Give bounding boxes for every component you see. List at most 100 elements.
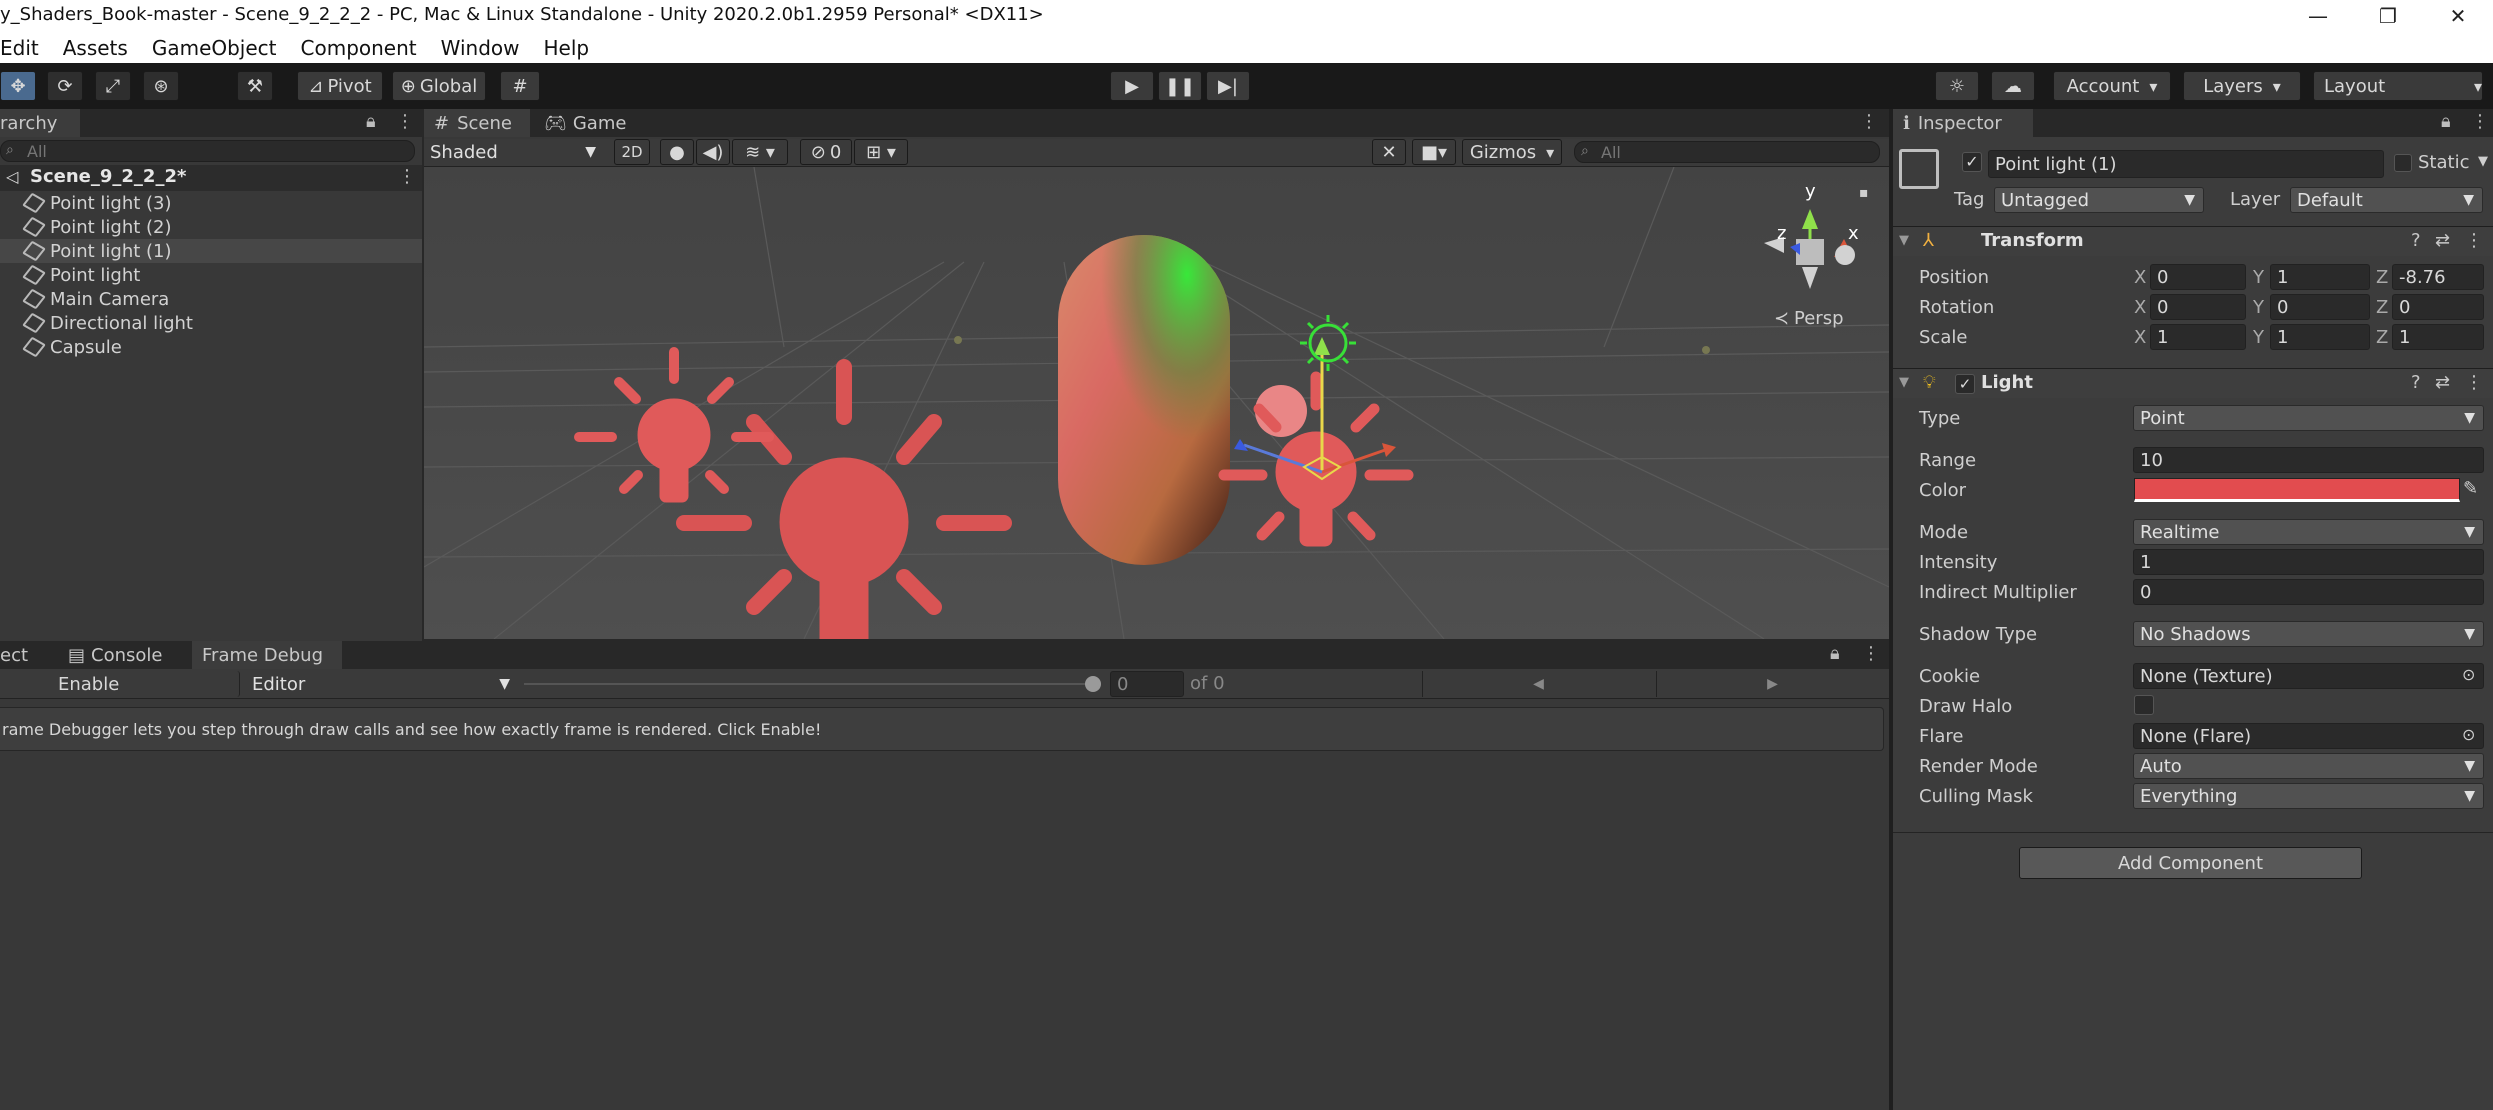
grid-toggle-icon[interactable]: ⊞ ▾: [854, 139, 908, 165]
color-swatch[interactable]: [2134, 478, 2460, 502]
object-picker-icon[interactable]: ⊙: [2462, 725, 2475, 744]
rect-tool-icon[interactable]: ⊛: [143, 71, 179, 101]
tab-game[interactable]: 🎮︎ Game: [534, 109, 634, 137]
scale-y-field[interactable]: 1: [2270, 324, 2370, 350]
services-icon[interactable]: ☼: [1935, 71, 1979, 101]
maximize-button[interactable]: ❐: [2353, 0, 2423, 32]
tools-icon[interactable]: ✕: [1372, 139, 1406, 165]
tab-project[interactable]: ect: [0, 641, 50, 669]
lock-icon[interactable]: 🔒︎: [366, 111, 376, 132]
layers-dropdown[interactable]: Layers: [2183, 71, 2301, 101]
panel-menu-icon[interactable]: ⋮: [396, 111, 414, 132]
target-dropdown[interactable]: Editor ▼: [246, 671, 518, 697]
camera-icon[interactable]: ■▾: [1412, 139, 1456, 165]
static-label[interactable]: Static: [2418, 152, 2469, 173]
indirect-multiplier-field[interactable]: 0: [2133, 579, 2484, 605]
eyedropper-icon[interactable]: ✎: [2463, 478, 2478, 499]
culling-mask-dropdown[interactable]: Everything ▼: [2133, 783, 2484, 809]
scene-menu-icon[interactable]: ⋮: [398, 166, 416, 187]
mode-dropdown[interactable]: Realtime ▼: [2133, 519, 2484, 545]
hidden-objects-toggle[interactable]: ⊘ 0: [800, 139, 852, 165]
pivot-toggle[interactable]: ⊿ Pivot: [297, 71, 383, 101]
layer-dropdown[interactable]: Default ▼: [2290, 187, 2483, 213]
tab-console[interactable]: ▤ Console: [58, 641, 178, 669]
preset-icon[interactable]: ⇄: [2435, 372, 2450, 393]
add-component-button[interactable]: Add Component: [2019, 847, 2362, 879]
tab-scene[interactable]: # Scene: [424, 109, 530, 137]
minimize-button[interactable]: —: [2283, 0, 2353, 32]
hierarchy-item[interactable]: Capsule: [22, 335, 122, 359]
frame-slider-track[interactable]: [524, 683, 1100, 685]
hierarchy-item[interactable]: Point light: [22, 263, 140, 287]
menu-gameobject[interactable]: GameObject: [152, 36, 277, 60]
tab-frame-debug[interactable]: Frame Debug: [192, 641, 342, 669]
play-button[interactable]: ▶: [1110, 71, 1154, 101]
component-menu-icon[interactable]: ⋮: [2465, 372, 2483, 393]
light-type-dropdown[interactable]: Point ▼: [2133, 405, 2484, 431]
chevron-down-icon[interactable]: ▼: [2478, 154, 2488, 169]
foldout-arrow-icon[interactable]: ▼: [1899, 375, 1909, 390]
close-button[interactable]: ✕: [2423, 0, 2493, 32]
orientation-gizmo-icon[interactable]: y x z: [1764, 181, 1859, 289]
scale-x-field[interactable]: 1: [2150, 324, 2246, 350]
effects-toggle-icon[interactable]: ≋ ▾: [732, 139, 788, 165]
tab-inspector[interactable]: ℹ Inspector: [1893, 109, 2033, 137]
transform-header[interactable]: ▼ ⅄ Transform ? ⇄ ⋮: [1893, 226, 2493, 256]
scene-viewport[interactable]: y x z ▪ ≺ Persp: [424, 167, 1889, 639]
panel-menu-icon[interactable]: ⋮: [1862, 643, 1880, 664]
active-checkbox[interactable]: ✓: [1962, 152, 1982, 172]
range-field[interactable]: 10: [2133, 447, 2484, 473]
position-y-field[interactable]: 1: [2270, 264, 2370, 290]
panel-menu-icon[interactable]: ⋮: [2471, 111, 2489, 132]
rotation-y-field[interactable]: 0: [2270, 294, 2370, 320]
lock-icon[interactable]: 🔒︎: [2441, 111, 2451, 132]
menu-window[interactable]: Window: [441, 36, 520, 60]
menu-assets[interactable]: Assets: [63, 36, 128, 60]
audio-toggle-icon[interactable]: ◀): [696, 139, 730, 165]
cloud-icon[interactable]: ☁: [1991, 71, 2035, 101]
shading-mode-dropdown[interactable]: Shaded ▼: [424, 139, 604, 165]
render-mode-dropdown[interactable]: Auto ▼: [2133, 753, 2484, 779]
hierarchy-item[interactable]: Main Camera: [22, 287, 169, 311]
flare-field[interactable]: None (Flare): [2133, 723, 2484, 749]
menu-component[interactable]: Component: [301, 36, 417, 60]
tab-hierarchy[interactable]: rarchy: [0, 109, 80, 137]
hierarchy-search-input[interactable]: [0, 140, 415, 162]
enable-button[interactable]: Enable: [0, 671, 240, 697]
persp-label[interactable]: Persp: [1794, 308, 1844, 329]
tag-dropdown[interactable]: Untagged ▼: [1994, 187, 2204, 213]
move-tool-icon[interactable]: ✥: [0, 71, 36, 101]
static-checkbox[interactable]: [2394, 154, 2412, 172]
draw-halo-checkbox[interactable]: [2134, 695, 2154, 715]
help-icon[interactable]: ?: [2411, 230, 2421, 251]
next-frame-button[interactable]: ▶: [1656, 671, 1888, 697]
grid-snap-icon[interactable]: #: [500, 71, 540, 101]
step-button[interactable]: ▶|: [1206, 71, 1250, 101]
position-z-field[interactable]: -8.76: [2392, 264, 2484, 290]
foldout-arrow-icon[interactable]: ▼: [1899, 233, 1909, 248]
light-header[interactable]: ▼ 💡︎ ✓ Light ? ⇄ ⋮: [1893, 368, 2493, 398]
rotation-z-field[interactable]: 0: [2392, 294, 2484, 320]
rotate-tool-icon[interactable]: ⟳: [47, 71, 83, 101]
light-enabled-checkbox[interactable]: ✓: [1955, 374, 1975, 394]
rotation-x-field[interactable]: 0: [2150, 294, 2246, 320]
help-icon[interactable]: ?: [2411, 372, 2421, 393]
preset-icon[interactable]: ⇄: [2435, 230, 2450, 251]
hierarchy-item[interactable]: Point light (3): [22, 191, 172, 215]
frame-number-field[interactable]: 0: [1110, 671, 1184, 697]
component-menu-icon[interactable]: ⋮: [2465, 230, 2483, 251]
lighting-toggle-icon[interactable]: ●: [660, 139, 694, 165]
capsule-object[interactable]: [1058, 235, 1230, 565]
scale-z-field[interactable]: 1: [2392, 324, 2484, 350]
position-x-field[interactable]: 0: [2150, 264, 2246, 290]
scene-header-row[interactable]: ◁ Scene_9_2_2_2* ⋮: [0, 165, 422, 191]
frame-slider-handle[interactable]: [1085, 676, 1101, 692]
object-name-field[interactable]: Point light (1): [1988, 150, 2384, 178]
shadow-type-dropdown[interactable]: No Shadows ▼: [2133, 621, 2484, 647]
panel-menu-icon[interactable]: ⋮: [1860, 111, 1878, 132]
prev-frame-button[interactable]: ◀: [1422, 671, 1654, 697]
scene-search-input[interactable]: [1574, 141, 1880, 163]
menu-help[interactable]: Help: [544, 36, 590, 60]
gizmos-dropdown[interactable]: Gizmos: [1462, 139, 1562, 165]
intensity-field[interactable]: 1: [2133, 549, 2484, 575]
